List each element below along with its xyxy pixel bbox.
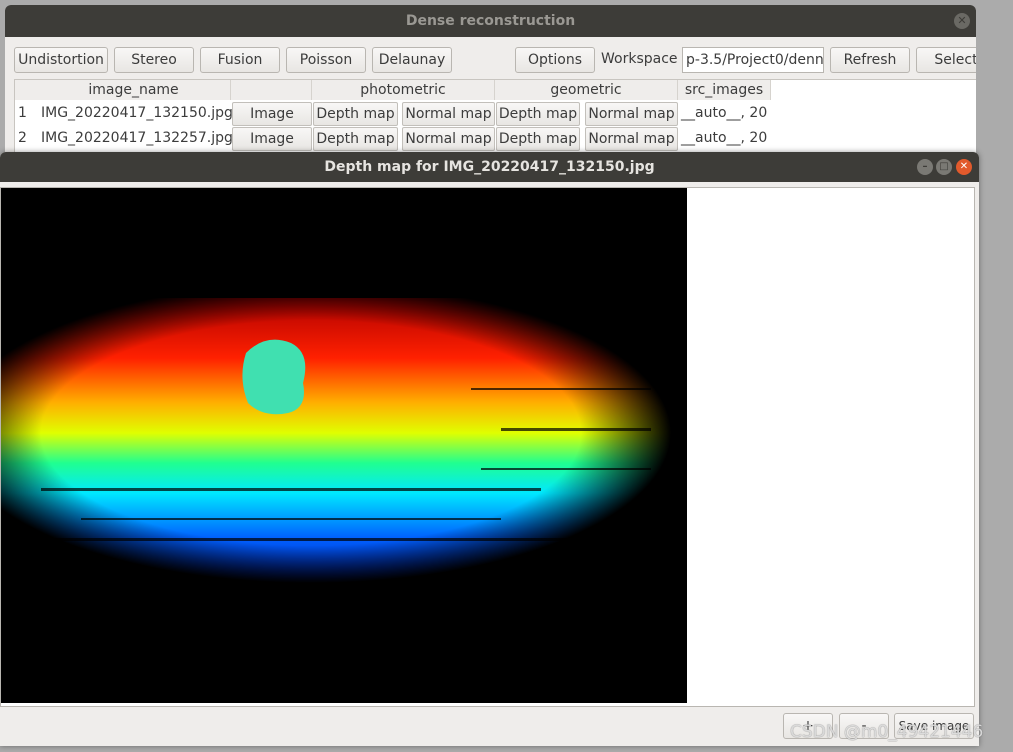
row-index: 2: [18, 130, 27, 146]
zoom-out-button[interactable]: -: [839, 713, 889, 739]
zoom-in-button[interactable]: +: [783, 713, 833, 739]
photometric-depth-map-button[interactable]: Depth map: [313, 127, 398, 151]
options-button[interactable]: Options: [515, 47, 595, 73]
src-images-cell[interactable]: __auto__, 20: [681, 127, 767, 150]
title-bar: Dense reconstruction ✕: [5, 5, 976, 37]
header-image[interactable]: [231, 80, 312, 100]
depth-map-view: [0, 187, 975, 707]
photometric-normal-map-button[interactable]: Normal map: [402, 102, 495, 126]
workspace-label: Workspace: [601, 51, 678, 67]
geometric-normal-map-button[interactable]: Normal map: [585, 102, 678, 126]
delaunay-button[interactable]: Delaunay: [372, 47, 452, 73]
depth-map-window: Depth map for IMG_20220417_132150.jpg – …: [0, 152, 979, 746]
image-name-cell: IMG_20220417_132150.jpg: [41, 105, 233, 121]
depth-map-image: [1, 188, 687, 703]
workspace-input[interactable]: p-3.5/Project0/denn: [682, 47, 824, 73]
header-image-name[interactable]: image_name: [37, 80, 231, 100]
save-image-button[interactable]: Save image: [894, 713, 974, 739]
minimize-icon[interactable]: –: [917, 159, 933, 175]
window-title: Depth map for IMG_20220417_132150.jpg: [324, 159, 655, 175]
photometric-normal-map-button[interactable]: Normal map: [402, 127, 495, 151]
fusion-button[interactable]: Fusion: [200, 47, 280, 73]
select-button[interactable]: Select: [916, 47, 976, 73]
header-geometric[interactable]: geometric: [495, 80, 678, 100]
geometric-normal-map-button[interactable]: Normal map: [585, 127, 678, 151]
image-button[interactable]: Image: [232, 127, 312, 151]
image-button[interactable]: Image: [232, 102, 312, 126]
undistortion-button[interactable]: Undistortion: [14, 47, 108, 73]
geometric-depth-map-button[interactable]: Depth map: [496, 102, 580, 126]
close-icon[interactable]: ✕: [954, 13, 970, 29]
stereo-button[interactable]: Stereo: [114, 47, 194, 73]
photometric-depth-map-button[interactable]: Depth map: [313, 102, 398, 126]
header-photometric[interactable]: photometric: [312, 80, 495, 100]
corner-header: [15, 80, 38, 100]
header-src-images[interactable]: src_images: [678, 80, 771, 100]
image-name-cell: IMG_20220417_132257.jpg: [41, 130, 233, 146]
poisson-button[interactable]: Poisson: [286, 47, 366, 73]
src-images-cell[interactable]: __auto__, 20: [681, 102, 767, 125]
maximize-icon[interactable]: □: [936, 159, 952, 175]
window-title: Dense reconstruction: [405, 13, 576, 29]
title-bar: Depth map for IMG_20220417_132150.jpg – …: [0, 152, 979, 182]
row-index: 1: [18, 105, 27, 121]
geometric-depth-map-button[interactable]: Depth map: [496, 127, 580, 151]
refresh-button[interactable]: Refresh: [830, 47, 910, 73]
close-icon[interactable]: ✕: [956, 159, 972, 175]
